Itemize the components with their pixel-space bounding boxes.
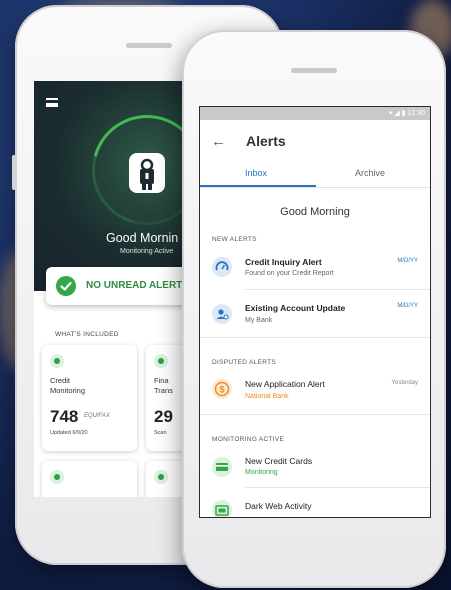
status-time: 12:30 [407,110,425,117]
tab-inbox[interactable]: Inbox [245,168,267,178]
card-icon [154,470,168,484]
credit-card-icon [212,457,232,477]
greeting: Good Mornin [106,231,179,245]
row-divider [245,289,430,290]
greeting: Good Morning [280,206,350,218]
alert-title: Credit Inquiry Alert [245,257,322,267]
bureau-name: EQUIFAX [84,413,110,419]
tile-title: Fina Trans [154,376,173,395]
alert-title: New Credit Cards [245,456,313,466]
tab-divider [200,187,430,188]
alert-date: Yesterday [391,380,418,386]
updated-date: Updated 6/9/20 [50,430,88,436]
alert-date: M/D/YY [397,303,418,309]
transaction-count: 29 [154,407,173,426]
section-divider [200,337,430,338]
alert-subtitle: Found on your Credit Report [245,270,334,277]
wifi-icon: ▾ [388,110,393,117]
credit-score: 748 [50,407,79,426]
phone-side-button [12,155,16,190]
section-monitoring-active: MONITORING ACTIVE [212,436,285,443]
alert-subtitle: Monitoring [245,469,278,476]
front-phone: ▾ ◢ ▮ 12:30 ← Alerts Inbox Archive Good … [182,30,446,588]
monitoring-status: Monitoring Active [120,248,174,255]
section-disputed-alerts: DISPUTED ALERTS [212,359,276,366]
menu-icon[interactable] [46,98,58,107]
credit-monitoring-tile[interactable]: Credit Monitoring 748 EQUIFAX Updated 6/… [42,345,137,451]
lock-person-icon [129,153,165,193]
dollar-icon [154,354,168,368]
page-title: Alerts [246,133,286,149]
section-new-alerts: NEW ALERTS [212,236,257,243]
dollar-icon: $ [212,379,232,399]
row-divider [245,487,430,488]
tile-subtext: Scan [154,430,167,436]
status-bar: ▾ ◢ ▮ 12:30 [200,107,430,120]
section-label: WHAT'S INCLUDED [55,331,119,338]
web-icon [212,500,232,517]
unread-alerts-label: NO UNREAD ALERTS [86,280,189,291]
alert-subtitle: My Bank [245,317,273,324]
tile-title: Credit Monitoring [50,376,86,395]
svg-text:$: $ [219,385,224,395]
section-divider [200,414,430,415]
identity-tile[interactable] [42,461,137,497]
user-gear-icon [212,304,232,324]
alert-title: Dark Web Activity [245,501,312,511]
alert-title: New Application Alert [245,379,325,389]
phone-speaker [291,68,337,73]
back-arrow-icon[interactable]: ← [211,133,226,150]
check-icon [56,276,76,296]
front-phone-screen: ▾ ◢ ▮ 12:30 ← Alerts Inbox Archive Good … [199,106,431,518]
alert-date: M/D/YY [397,258,418,264]
signal-icon: ◢ [394,110,400,117]
alert-subtitle: National Bank [245,393,289,400]
battery-icon: ▮ [401,110,406,117]
tab-archive[interactable]: Archive [355,168,385,178]
alert-title: Existing Account Update [245,303,346,313]
phone-speaker [126,43,172,48]
gauge-icon [50,354,64,368]
gauge-icon [212,257,232,277]
person-icon [50,470,64,484]
